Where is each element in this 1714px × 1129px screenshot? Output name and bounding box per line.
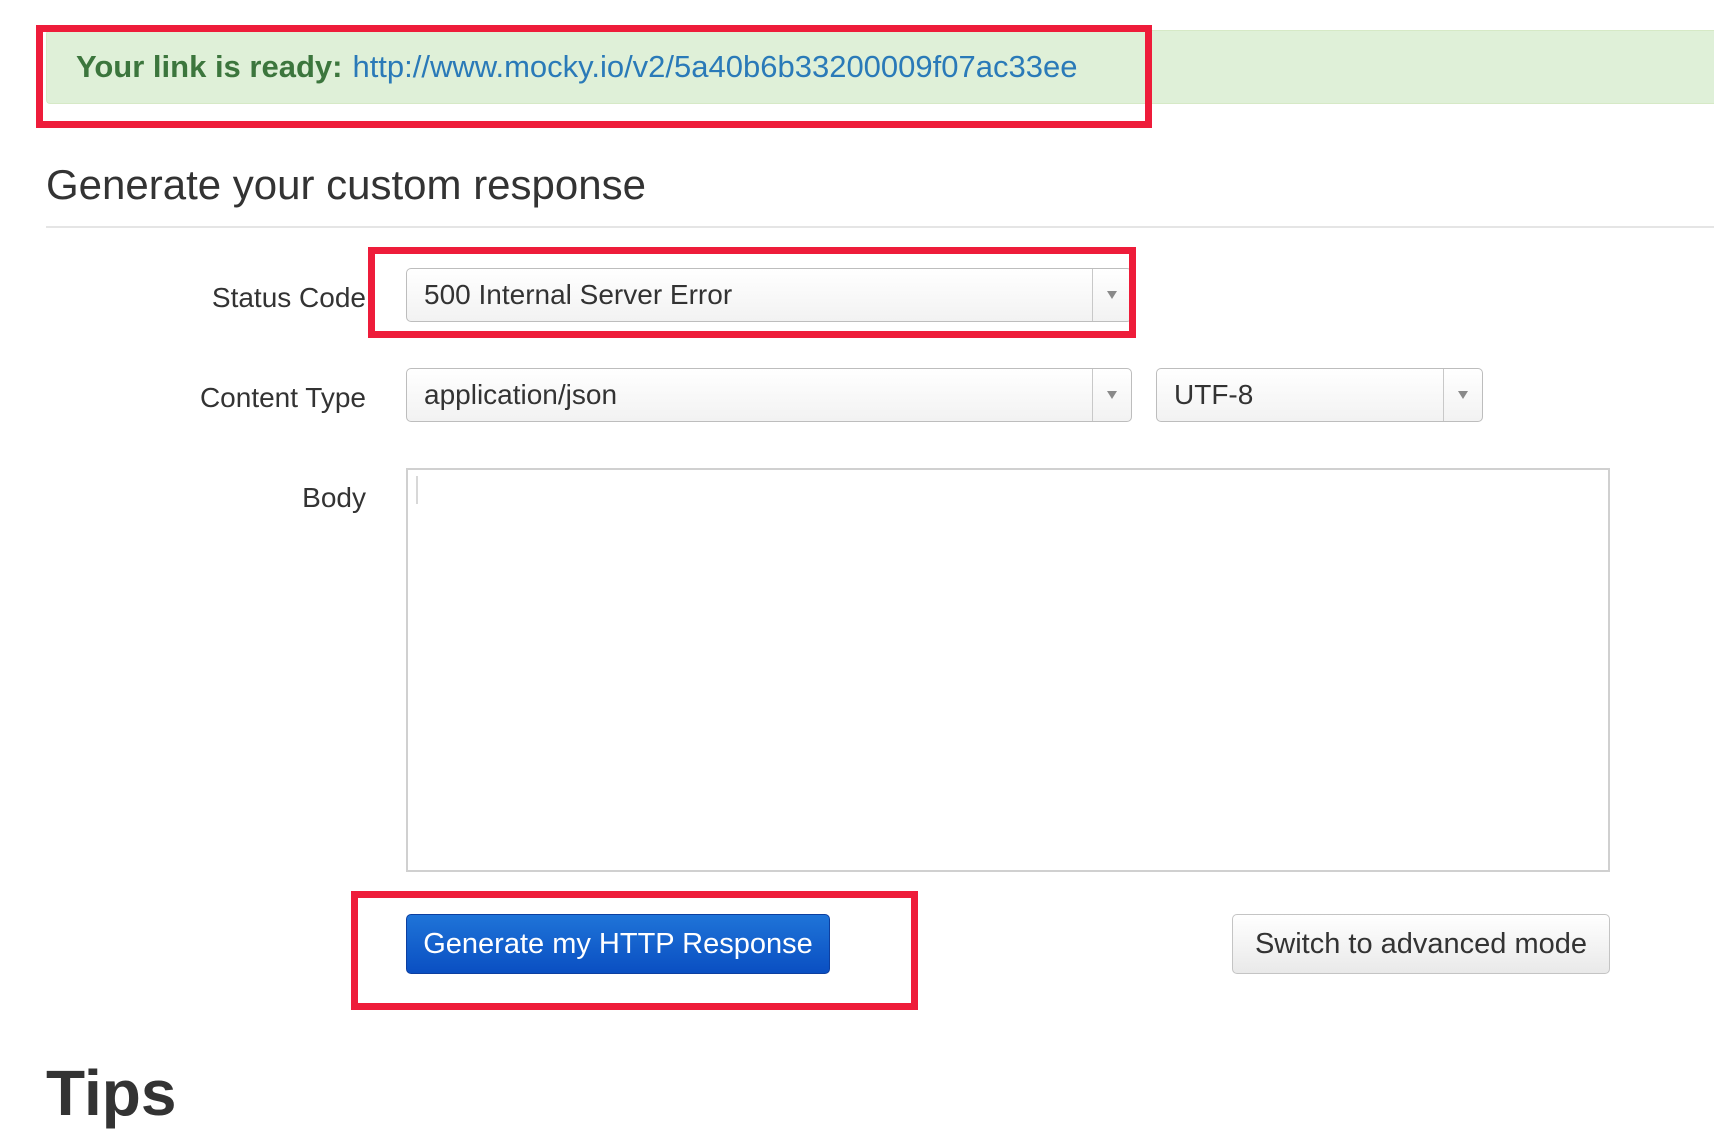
status-code-label: Status Code <box>211 282 366 313</box>
content-type-label: Content Type <box>199 382 366 413</box>
body-label: Body <box>302 482 366 513</box>
success-alert: Your link is ready: http://www.mocky.io/… <box>46 30 1714 104</box>
chevron-down-icon <box>1443 369 1482 421</box>
switch-advanced-mode-button[interactable]: Switch to advanced mode <box>1232 914 1610 974</box>
mock-url-link[interactable]: http://www.mocky.io/v2/5a40b6b33200009f0… <box>352 49 1077 85</box>
chevron-down-icon <box>1092 269 1131 321</box>
tips-heading: Tips <box>46 1057 177 1129</box>
content-type-value: application/json <box>424 379 618 410</box>
status-code-value: 500 Internal Server Error <box>424 279 733 310</box>
page-title: Generate your custom response <box>46 161 646 208</box>
generate-response-button[interactable]: Generate my HTTP Response <box>406 914 830 974</box>
title-divider <box>46 226 1714 228</box>
status-code-select[interactable]: 500 Internal Server Error <box>406 268 1132 322</box>
charset-select[interactable]: UTF-8 <box>1156 368 1483 422</box>
chevron-down-icon <box>1092 369 1131 421</box>
content-type-select[interactable]: application/json <box>406 368 1132 422</box>
charset-value: UTF-8 <box>1174 379 1254 410</box>
body-textarea[interactable] <box>406 468 1610 872</box>
text-caret <box>416 476 418 504</box>
alert-label: Your link is ready: <box>76 49 343 84</box>
